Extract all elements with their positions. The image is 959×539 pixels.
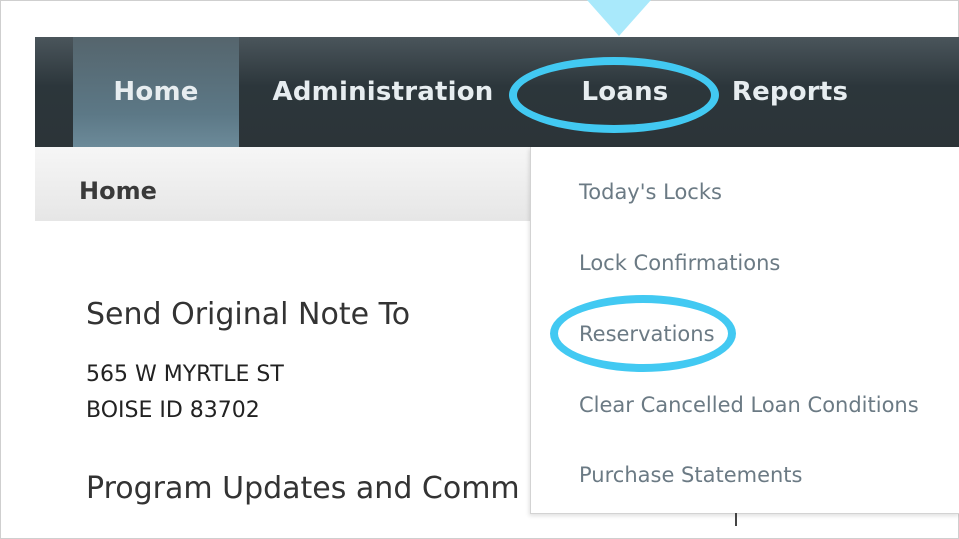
pointer-arrow-icon [587, 0, 651, 36]
nav-tab-label: Home [113, 77, 199, 107]
nav-tab-label: Administration [272, 77, 494, 107]
nav-tab-reports[interactable]: Reports [725, 37, 855, 147]
menu-item-lock-confirmations[interactable]: Lock Confirmations [579, 251, 780, 275]
send-original-note-heading: Send Original Note To [86, 297, 411, 332]
breadcrumb: Home [35, 147, 535, 221]
nav-tab-home[interactable]: Home [73, 37, 239, 147]
text-cursor [735, 513, 737, 526]
program-updates-heading: Program Updates and Comm [86, 471, 520, 506]
menu-item-purchase-statements[interactable]: Purchase Statements [579, 463, 802, 487]
menu-item-todays-locks[interactable]: Today's Locks [579, 180, 722, 204]
reservations-highlight-ring [550, 295, 736, 372]
breadcrumb-current: Home [79, 177, 157, 205]
nav-tab-administration[interactable]: Administration [272, 37, 494, 147]
address-line-2: BOISE ID 83702 [86, 398, 260, 423]
menu-item-clear-cancelled-loan-conditions[interactable]: Clear Cancelled Loan Conditions [579, 393, 919, 417]
address-line-1: 565 W MYRTLE ST [86, 362, 284, 387]
top-navigation-bar: Home Administration Loans Reports [35, 37, 959, 147]
nav-tab-label: Reports [731, 77, 849, 107]
loans-highlight-ring [509, 57, 719, 133]
